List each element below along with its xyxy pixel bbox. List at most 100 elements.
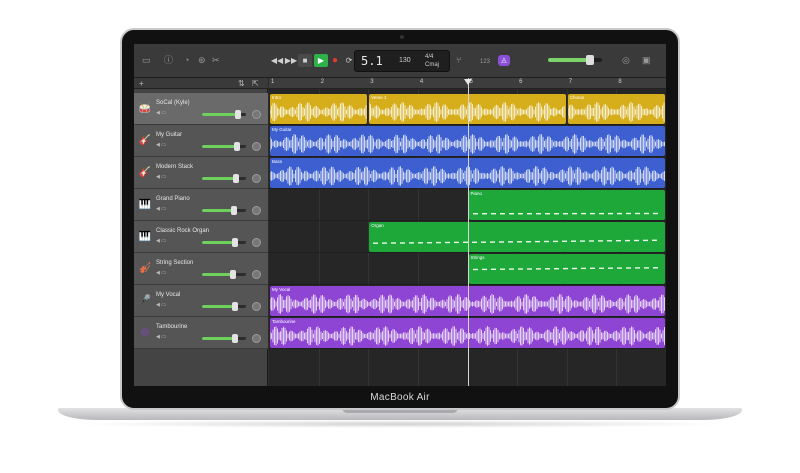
track-header[interactable]: 🎻 String Section ◀ ▭: [134, 253, 268, 285]
playhead-handle[interactable]: [463, 79, 472, 85]
pan-knob[interactable]: [252, 110, 261, 119]
smart-controls-icon[interactable]: ◔: [184, 55, 189, 65]
loop-browser-icon[interactable]: ◎: [622, 55, 630, 65]
region[interactable]: Piano: [468, 190, 665, 220]
region-label: Verse 1: [371, 95, 387, 100]
track-name: Tambourine: [156, 324, 188, 330]
track-header[interactable]: 🥁 SoCal (Kyle) ◀ ▭: [134, 93, 268, 125]
region[interactable]: Chorus: [567, 94, 665, 124]
playhead[interactable]: [467, 78, 469, 386]
track-header[interactable]: 🎸 Modern Stack ◀ ▭: [134, 157, 268, 189]
tuner-icon[interactable]: ◬: [498, 55, 510, 66]
track-volume-fill: [202, 145, 238, 148]
help-icon[interactable]: ⓘ: [164, 55, 173, 65]
brand-label: MacBook Air: [370, 392, 430, 403]
editors-icon[interactable]: ✂: [212, 55, 220, 65]
track-name: Classic Rock Organ: [156, 228, 210, 234]
track-volume-knob[interactable]: [231, 238, 238, 247]
track-headers: 🥁 SoCal (Kyle) ◀ ▭ 🎸 My Guitar ◀ ▭ 🎸 Modern Sta…: [134, 89, 268, 386]
track-header[interactable]: 🎤 My Vocal ◀ ▭: [134, 285, 268, 317]
ruler-bar-number: 3: [370, 79, 374, 85]
mute-solo-buttons[interactable]: ◀ ▭: [156, 238, 166, 244]
region[interactable]: Intro: [270, 94, 368, 124]
mixer-icon[interactable]: ⊛: [198, 55, 206, 65]
library-icon[interactable]: ▭: [142, 55, 151, 65]
track-volume-slider[interactable]: [202, 270, 246, 279]
region[interactable]: Strings: [468, 254, 665, 284]
bass-icon: 🎸: [138, 167, 152, 178]
mute-solo-buttons[interactable]: ◀ ▭: [156, 142, 166, 148]
guitar-icon: 🎸: [138, 135, 152, 146]
master-volume-knob[interactable]: [586, 55, 595, 65]
automation-icon[interactable]: ⇅: [238, 79, 245, 88]
track-volume-slider[interactable]: [202, 238, 246, 247]
region-label: My Vocal: [272, 287, 291, 292]
ruler-bar-number: 6: [519, 79, 523, 85]
ruler-bar-number: 7: [568, 79, 573, 85]
region[interactable]: Organ: [369, 222, 665, 252]
master-volume-slider[interactable]: [548, 55, 602, 65]
stop-icon[interactable]: ■: [298, 54, 312, 67]
track-volume-knob[interactable]: [229, 270, 236, 279]
track-volume-slider[interactable]: [202, 334, 246, 343]
media-browser-icon[interactable]: ▣: [642, 55, 651, 65]
rewind-icon[interactable]: ◀◀: [270, 54, 284, 67]
catch-icon[interactable]: ⇱: [252, 79, 259, 88]
laptop-shadow: [70, 420, 730, 428]
track-volume-slider[interactable]: [202, 174, 246, 183]
region-label: Strings: [470, 255, 485, 260]
track-volume-slider[interactable]: [202, 206, 246, 215]
playhead-position: 5.1: [361, 54, 383, 68]
pan-knob[interactable]: [252, 238, 261, 247]
track-volume-fill: [202, 241, 235, 244]
record-icon[interactable]: ●: [328, 54, 342, 67]
track-volume-slider[interactable]: [202, 302, 246, 311]
track-volume-fill: [202, 113, 239, 116]
track-volume-knob[interactable]: [233, 174, 240, 183]
pan-knob[interactable]: [252, 270, 261, 279]
strings-icon: 🎻: [138, 263, 152, 274]
key-signature: Cmaj: [425, 62, 440, 68]
organ-icon: 🎹: [138, 231, 152, 242]
camera-icon: [400, 35, 404, 39]
count-in-icon[interactable]: 123: [480, 57, 490, 67]
tempo-value: 130: [399, 57, 411, 64]
mute-solo-buttons[interactable]: ◀ ▭: [156, 110, 166, 116]
track-volume-fill: [202, 177, 237, 180]
track-header[interactable]: 🎹 Grand Piano ◀ ▭: [134, 189, 268, 221]
track-volume-knob[interactable]: [231, 334, 238, 343]
mute-solo-buttons[interactable]: ◀ ▭: [156, 206, 166, 212]
track-volume-slider[interactable]: [202, 110, 246, 119]
pan-knob[interactable]: [252, 174, 261, 183]
pan-knob[interactable]: [252, 302, 261, 311]
track-header[interactable]: 🎹 Classic Rock Organ ◀ ▭: [134, 221, 268, 253]
track-header[interactable]: 🎸 My Guitar ◀ ▭: [134, 125, 268, 157]
track-header[interactable]: ◎ Tambourine ◀ ▭: [134, 317, 268, 349]
track-volume-knob[interactable]: [235, 110, 242, 119]
lcd-display[interactable]: 5.1 130 4/4 Cmaj: [354, 50, 450, 72]
ruler-bar-number: 1: [271, 79, 275, 85]
forward-icon[interactable]: ▶▶: [284, 54, 298, 67]
track-volume-knob[interactable]: [230, 206, 237, 215]
track-name: My Vocal: [156, 292, 181, 298]
track-volume-knob[interactable]: [234, 142, 241, 151]
tuner-fork-icon[interactable]: ⑂: [456, 55, 461, 65]
track-volume-slider[interactable]: [202, 142, 246, 151]
ruler-bar-number: 2: [320, 79, 324, 85]
track-volume-fill: [202, 337, 235, 340]
pan-knob[interactable]: [252, 206, 261, 215]
master-volume-fill: [548, 58, 591, 62]
tracks-header-bar: + ⇅ ⇱: [134, 78, 268, 89]
mute-solo-buttons[interactable]: ◀ ▭: [156, 302, 166, 308]
pan-knob[interactable]: [252, 334, 261, 343]
pan-knob[interactable]: [252, 142, 261, 151]
mute-solo-buttons[interactable]: ◀ ▭: [156, 334, 166, 340]
tambourine-icon: ◎: [140, 327, 150, 338]
add-track-button[interactable]: +: [139, 79, 144, 88]
toolbar: ▭ ⓘ ◔ ⊛ ✂ ◀◀ ▶▶ ■ ▶ ● ⟳ 5.1 130 4/4 Cmaj…: [134, 44, 666, 78]
mute-solo-buttons[interactable]: ◀ ▭: [156, 270, 166, 276]
ruler-bar-number: 8: [618, 79, 622, 85]
mute-solo-buttons[interactable]: ◀ ▭: [156, 174, 166, 180]
play-icon[interactable]: ▶: [314, 54, 328, 67]
track-volume-knob[interactable]: [232, 302, 239, 311]
